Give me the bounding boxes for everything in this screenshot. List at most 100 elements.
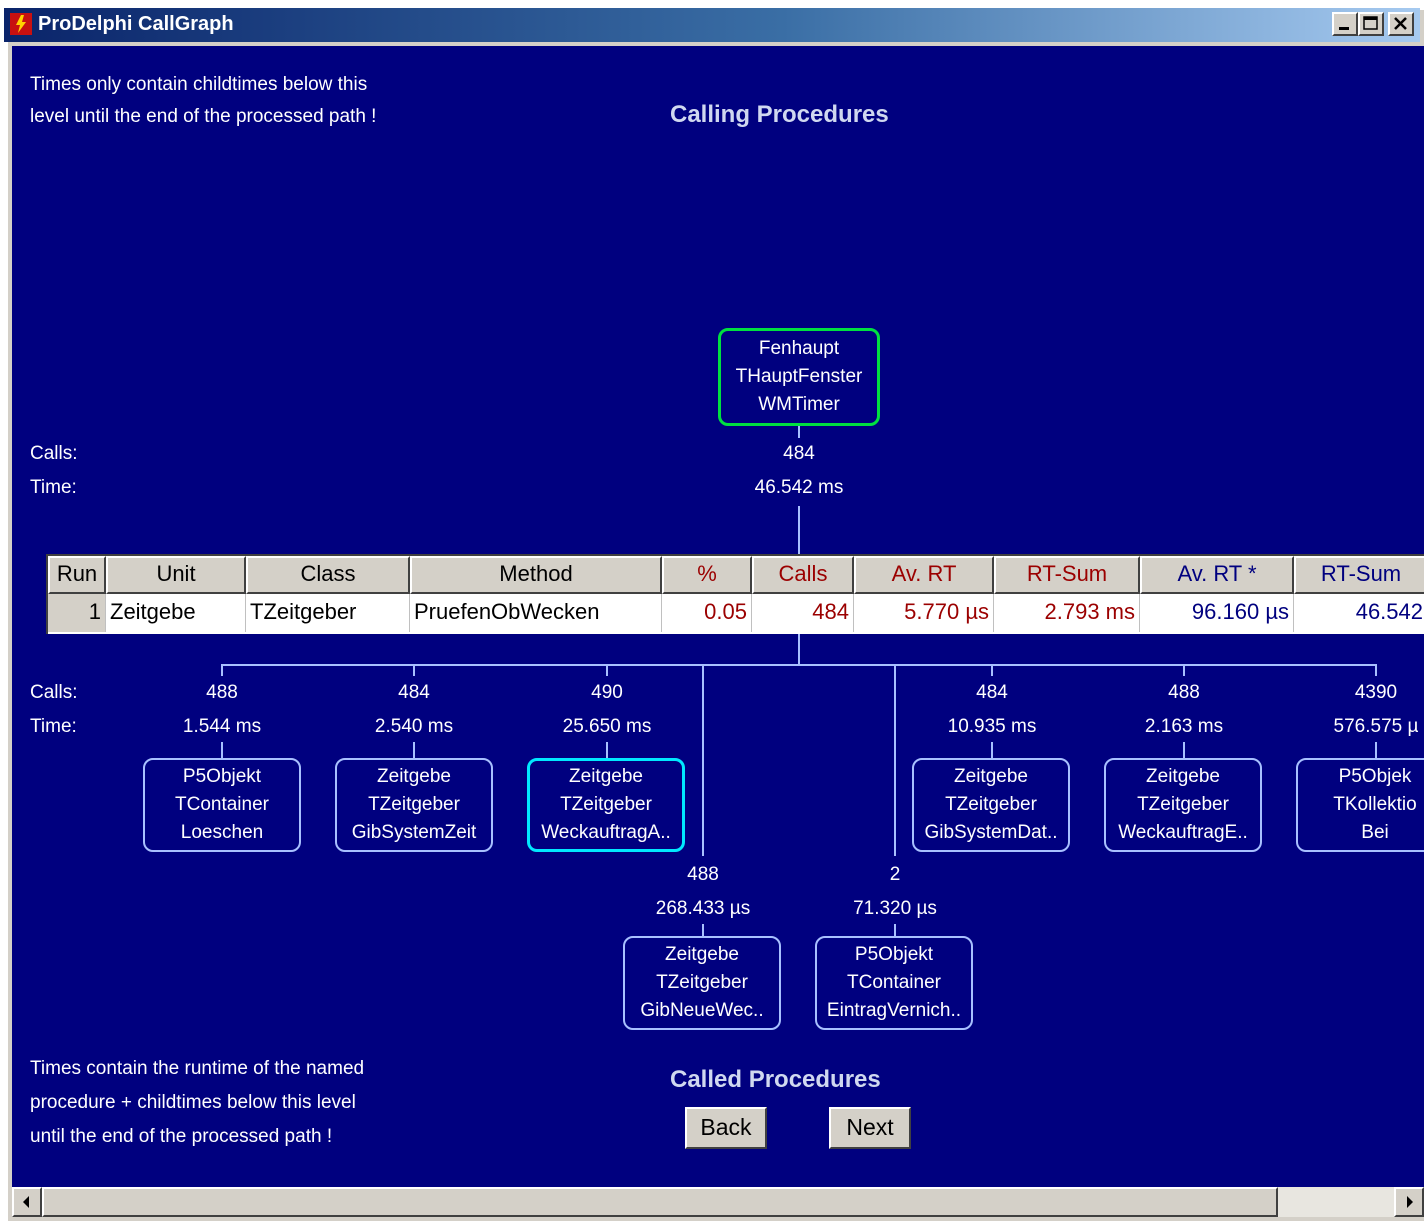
node-class: TZeitgeber [368, 794, 460, 815]
node-method: Bei [1361, 822, 1389, 843]
bottom-note-line1: Times contain the runtime of the named [30, 1058, 365, 1079]
child-calls: 488 [1168, 682, 1200, 703]
node-class: TZeitgeber [1137, 794, 1229, 815]
header-method[interactable]: Method [410, 556, 662, 594]
node-class: TKollektio [1333, 794, 1417, 815]
child-node[interactable]: P5Objekt TContainer Loeschen [143, 758, 301, 852]
minimize-icon [1339, 27, 1349, 30]
node-unit: P5Objek [1338, 766, 1412, 787]
header-av-rt[interactable]: Av. RT [854, 556, 994, 594]
node-method: WeckauftragE.. [1118, 822, 1248, 843]
node-method: GibSystemDat.. [924, 822, 1058, 843]
child-calls: 2 [889, 864, 901, 885]
connector [894, 664, 896, 856]
close-icon [1394, 17, 1407, 30]
root-procedure-node[interactable]: Fenhaupt THauptFenster WMTimer [718, 328, 880, 426]
node-method: GibNeueWec.. [640, 1000, 764, 1021]
connector [1183, 742, 1185, 758]
scrollbar-thumb[interactable] [42, 1187, 1278, 1217]
bottom-note-line3: until the end of the processed path ! [30, 1126, 333, 1147]
next-button[interactable]: Next [829, 1107, 911, 1149]
cell-rt-sum-child[interactable]: 46.542 [1294, 594, 1424, 632]
root-time: 46.542 ms [754, 477, 844, 498]
header-rt-sum[interactable]: RT-Sum [994, 556, 1140, 594]
minimize-button[interactable] [1332, 12, 1358, 36]
node-class: TZeitgeber [945, 794, 1037, 815]
cell-av-rt[interactable]: 5.770 µs [854, 594, 994, 632]
title-bar[interactable]: ProDelphi CallGraph [4, 8, 1420, 42]
child-time: 25.650 ms [562, 716, 652, 737]
node-class: TZeitgeber [560, 794, 652, 815]
horizontal-scrollbar[interactable] [12, 1187, 1424, 1217]
called-procedures-heading: Called Procedures [670, 1066, 881, 1093]
bottom-note: Times contain the runtime of the named p… [30, 1052, 364, 1154]
app-flame-icon [10, 13, 32, 35]
connector [413, 742, 415, 758]
connector [894, 924, 896, 936]
child-time: 2.540 ms [374, 716, 454, 737]
arrow-left-icon [23, 1196, 29, 1208]
cell-av-rt-star[interactable]: 96.160 µs [1140, 594, 1294, 632]
node-unit: Zeitgebe [1146, 766, 1220, 787]
connector [221, 664, 223, 676]
connector [413, 664, 415, 676]
cell-run[interactable]: 1 [48, 594, 106, 632]
child-calls: 488 [206, 682, 238, 703]
node-unit: Zeitgebe [954, 766, 1028, 787]
maximize-button[interactable] [1358, 12, 1384, 36]
node-class: TZeitgeber [656, 972, 748, 993]
child-calls: 4390 [1354, 682, 1398, 703]
child-calls: 484 [976, 682, 1008, 703]
cell-calls[interactable]: 484 [752, 594, 854, 632]
cell-class[interactable]: TZeitgeber [246, 594, 410, 632]
connector [1375, 664, 1377, 676]
top-note-line1: Times only contain childtimes below this [30, 74, 368, 95]
header-percent[interactable]: % [662, 556, 752, 594]
child-node[interactable]: Zeitgebe TZeitgeber WeckauftragE.. [1104, 758, 1262, 852]
connector [1183, 664, 1185, 676]
child-time: 576.575 µ [1333, 716, 1419, 737]
child-node[interactable]: Zeitgebe TZeitgeber GibNeueWec.. [623, 936, 781, 1030]
arrow-right-icon [1407, 1196, 1413, 1208]
header-rt-sum-child[interactable]: RT-Sum [1294, 556, 1424, 594]
header-run[interactable]: Run [48, 556, 106, 594]
cell-method[interactable]: PruefenObWecken [410, 594, 662, 632]
call-graph-canvas: Times only contain childtimes below this… [12, 46, 1424, 1187]
node-class: TContainer [175, 794, 269, 815]
child-calls: 488 [687, 864, 719, 885]
cell-percent[interactable]: 0.05 [662, 594, 752, 632]
node-unit: Zeitgebe [377, 766, 451, 787]
time-label-bottom: Time: [30, 716, 77, 737]
root-unit: Fenhaupt [758, 338, 840, 359]
maximize-icon [1363, 16, 1378, 30]
child-node[interactable]: P5Objek TKollektio Bei [1296, 758, 1424, 852]
node-unit: Zeitgebe [665, 944, 739, 965]
child-node[interactable]: Zeitgebe TZeitgeber GibSystemZeit [335, 758, 493, 852]
node-method: WeckauftragA.. [541, 822, 671, 843]
connector [798, 634, 800, 664]
connector [606, 664, 608, 676]
child-calls: 484 [398, 682, 430, 703]
connector [702, 664, 704, 856]
calls-label-top: Calls: [30, 443, 78, 464]
child-node[interactable]: Zeitgebe TZeitgeber GibSystemDat.. [912, 758, 1070, 852]
close-button[interactable] [1388, 12, 1414, 36]
header-av-rt-star[interactable]: Av. RT * [1140, 556, 1294, 594]
procedure-table: Run Unit Class Method % Calls Av. RT RT-… [46, 554, 1424, 634]
cell-unit[interactable]: Zeitgebe [106, 594, 246, 632]
connector [221, 742, 223, 758]
header-unit[interactable]: Unit [106, 556, 246, 594]
cell-rt-sum[interactable]: 2.793 ms [994, 594, 1140, 632]
window-title: ProDelphi CallGraph [38, 13, 234, 35]
child-time: 71.320 µs [853, 898, 937, 919]
child-time: 268.433 µs [655, 898, 751, 919]
scroll-left-button[interactable] [12, 1187, 42, 1217]
calls-label-bottom: Calls: [30, 682, 78, 703]
scroll-right-button[interactable] [1394, 1187, 1424, 1217]
child-node[interactable]: P5Objekt TContainer EintragVernich.. [815, 936, 973, 1030]
back-button[interactable]: Back [685, 1107, 767, 1149]
selected-child-node[interactable]: Zeitgebe TZeitgeber WeckauftragA.. [527, 758, 685, 852]
calling-procedures-heading: Calling Procedures [670, 101, 889, 128]
header-calls[interactable]: Calls [752, 556, 854, 594]
header-class[interactable]: Class [246, 556, 410, 594]
